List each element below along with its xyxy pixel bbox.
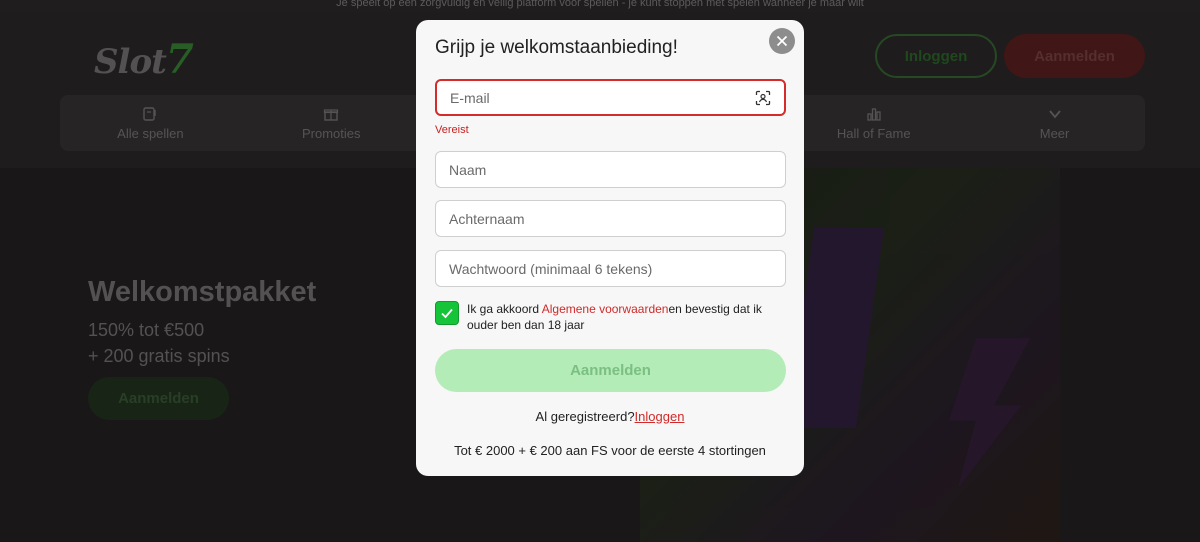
face-scan-icon[interactable]	[755, 90, 771, 106]
password-field-wrapper	[435, 250, 786, 287]
modal-title: Grijp je welkomstaanbieding!	[435, 37, 678, 58]
deposit-promo-text: Tot € 2000 + € 200 aan FS voor de eerste…	[454, 443, 766, 458]
last-name-field[interactable]	[449, 210, 772, 227]
password-field[interactable]	[449, 260, 772, 277]
email-error-message: Vereist	[435, 124, 469, 136]
register-submit-label: Aanmelden	[570, 362, 651, 379]
first-name-field-wrapper	[435, 151, 786, 188]
login-link[interactable]: Inloggen	[635, 409, 685, 424]
already-registered-text: Al geregistreerd?	[535, 409, 635, 424]
email-field[interactable]	[450, 89, 755, 106]
terms-text: Ik ga akkoord Algemene voorwaardenen bev…	[467, 301, 786, 333]
close-button[interactable]	[769, 28, 795, 54]
signup-modal: Grijp je welkomstaanbieding! Vereist Ik …	[416, 20, 804, 476]
terms-link[interactable]: Algemene voorwaarden	[542, 302, 669, 316]
register-submit-button[interactable]: Aanmelden	[435, 349, 786, 392]
close-icon	[776, 35, 788, 47]
terms-checkbox[interactable]	[435, 301, 459, 325]
email-field-wrapper	[435, 79, 786, 116]
checkmark-icon	[441, 308, 453, 319]
first-name-field[interactable]	[449, 161, 772, 178]
last-name-field-wrapper	[435, 200, 786, 237]
terms-consent-row: Ik ga akkoord Algemene voorwaardenen bev…	[435, 301, 786, 333]
already-registered-row: Al geregistreerd?Inloggen	[416, 409, 804, 424]
terms-text-before: Ik ga akkoord	[467, 302, 542, 316]
